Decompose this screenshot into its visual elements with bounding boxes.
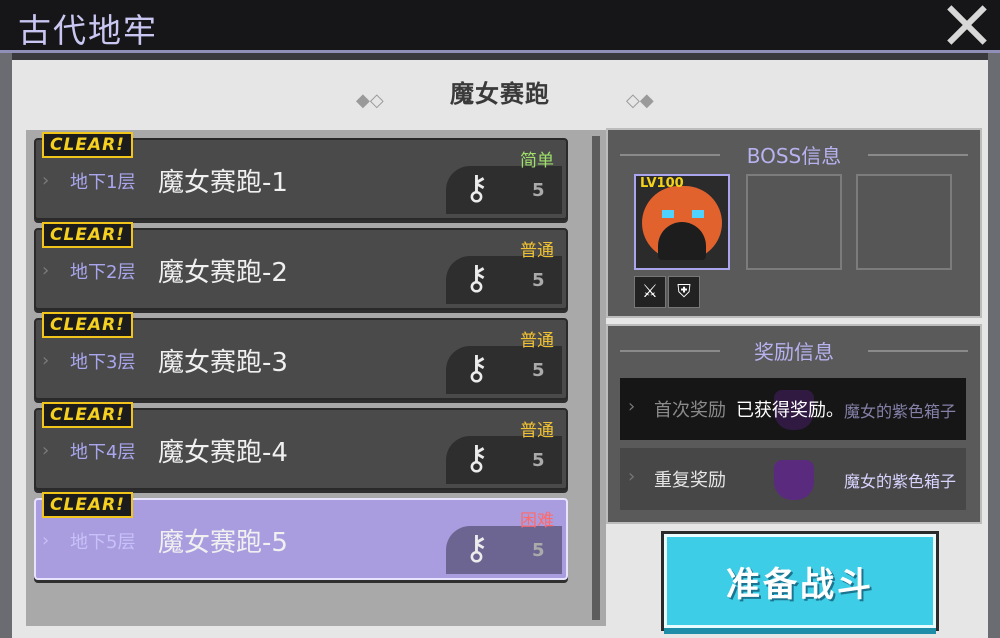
key-count: 5: [532, 540, 545, 561]
first-reward-label: 首次奖励: [654, 400, 726, 421]
clear-badge: CLEAR!: [42, 492, 133, 518]
close-icon[interactable]: [944, 2, 990, 48]
key-count: 5: [532, 360, 545, 381]
boss-eye-right: [692, 210, 704, 218]
stage-difficulty: 普通: [520, 421, 554, 441]
background-strip-right: [988, 53, 1000, 638]
stage-floor: 地下4层: [70, 442, 136, 463]
boss-level: LV100: [640, 176, 684, 191]
stage-floor: 地下1层: [70, 172, 136, 193]
first-reward-row: › 首次奖励 魔女的紫色箱子 已获得奖励。: [620, 378, 966, 440]
stage-item-1[interactable]: CLEAR! › 地下1层 魔女赛跑-1 ⚷ 5 简单: [34, 132, 568, 220]
stage-name: 魔女赛跑-1: [158, 168, 288, 198]
ready-fight-label: 准备战斗: [726, 565, 874, 605]
key-icon: ⚷: [464, 528, 489, 568]
sword-icon[interactable]: ⚔: [634, 276, 666, 308]
clear-badge: CLEAR!: [42, 402, 133, 428]
window-title: 古代地牢: [18, 11, 158, 50]
clear-badge: CLEAR!: [42, 312, 133, 338]
stage-name: 魔女赛跑-2: [158, 258, 288, 288]
repeat-reward-row: › 重复奖励 魔女的紫色箱子: [620, 448, 966, 510]
reward-obtained-text: 已获得奖励。: [736, 400, 844, 421]
key-cost-box: ⚷ 5: [446, 346, 562, 394]
key-cost-box: ⚷ 5: [446, 166, 562, 214]
boss-info-panel: BOSS信息 LV100 ⚔ ⛨: [606, 128, 982, 318]
key-icon: ⚷: [464, 168, 489, 208]
reward-section-title: 奖励信息: [754, 340, 834, 364]
stage-difficulty: 简单: [520, 151, 554, 171]
repeat-reward-item: 魔女的紫色箱子: [843, 472, 956, 491]
panel-header: 魔女赛跑: [12, 74, 988, 114]
stage-difficulty: 普通: [520, 241, 554, 261]
stage-name: 魔女赛跑-5: [158, 528, 288, 558]
key-cost-box: ⚷ 5: [446, 526, 562, 574]
stage-floor: 地下2层: [70, 262, 136, 283]
background-strip-left: [0, 53, 12, 638]
boss-slot-empty[interactable]: [746, 174, 842, 270]
chevron-right-icon: ›: [628, 466, 636, 487]
stage-item-2[interactable]: CLEAR! › 地下2层 魔女赛跑-2 ⚷ 5 普通: [34, 222, 568, 310]
stage-difficulty: 普通: [520, 331, 554, 351]
stage-item-5-selected[interactable]: CLEAR! › 地下5层 魔女赛跑-5 ⚷ 5 困难: [34, 492, 568, 580]
dungeon-panel: ◆◇ 魔女赛跑 ◇◆ CLEAR! › 地下1层 魔女赛跑-1 ⚷ 5 简单 C…: [12, 60, 988, 638]
header-deco-right-icon: ◇◆: [626, 90, 654, 111]
key-count: 5: [532, 270, 545, 291]
chevron-right-icon: ›: [42, 260, 50, 281]
ready-fight-button[interactable]: 准备战斗: [664, 534, 936, 628]
key-icon: ⚷: [464, 438, 489, 478]
boss-eye-left: [662, 210, 674, 218]
clear-badge: CLEAR!: [42, 222, 133, 248]
stage-floor: 地下5层: [70, 532, 136, 553]
repeat-reward-label: 重复奖励: [654, 470, 726, 491]
stage-difficulty: 困难: [520, 511, 554, 531]
key-cost-box: ⚷ 5: [446, 256, 562, 304]
chevron-right-icon: ›: [42, 350, 50, 371]
clear-badge: CLEAR!: [42, 132, 133, 158]
key-count: 5: [532, 450, 545, 471]
panel-header-text: 魔女赛跑: [450, 80, 550, 108]
purple-chest-icon[interactable]: [774, 460, 814, 500]
stage-list-scrollbar[interactable]: [592, 136, 600, 620]
title-bar: 古代地牢: [0, 0, 1000, 53]
key-icon: ⚷: [464, 348, 489, 388]
key-count: 5: [532, 180, 545, 201]
key-icon: ⚷: [464, 258, 489, 298]
first-reward-item: 魔女的紫色箱子: [843, 402, 956, 421]
reward-info-panel: 奖励信息 › 首次奖励 魔女的紫色箱子 已获得奖励。 › 重复奖励 魔女的紫色箱…: [606, 324, 982, 524]
boss-section-title: BOSS信息: [746, 144, 842, 168]
shield-icon[interactable]: ⛨: [668, 276, 700, 308]
stage-name: 魔女赛跑-3: [158, 348, 288, 378]
chevron-right-icon: ›: [42, 440, 50, 461]
chevron-right-icon: ›: [42, 170, 50, 191]
chevron-right-icon: ›: [628, 396, 636, 417]
stage-floor: 地下3层: [70, 352, 136, 373]
key-cost-box: ⚷ 5: [446, 436, 562, 484]
stage-list: CLEAR! › 地下1层 魔女赛跑-1 ⚷ 5 简单 CLEAR! › 地下2…: [26, 130, 606, 626]
stage-name: 魔女赛跑-4: [158, 438, 288, 468]
boss-slot-empty[interactable]: [856, 174, 952, 270]
stage-item-4[interactable]: CLEAR! › 地下4层 魔女赛跑-4 ⚷ 5 普通: [34, 402, 568, 490]
boss-portrait-slot[interactable]: LV100: [634, 174, 730, 270]
chevron-right-icon: ›: [42, 530, 50, 551]
stage-item-3[interactable]: CLEAR! › 地下3层 魔女赛跑-3 ⚷ 5 普通: [34, 312, 568, 400]
